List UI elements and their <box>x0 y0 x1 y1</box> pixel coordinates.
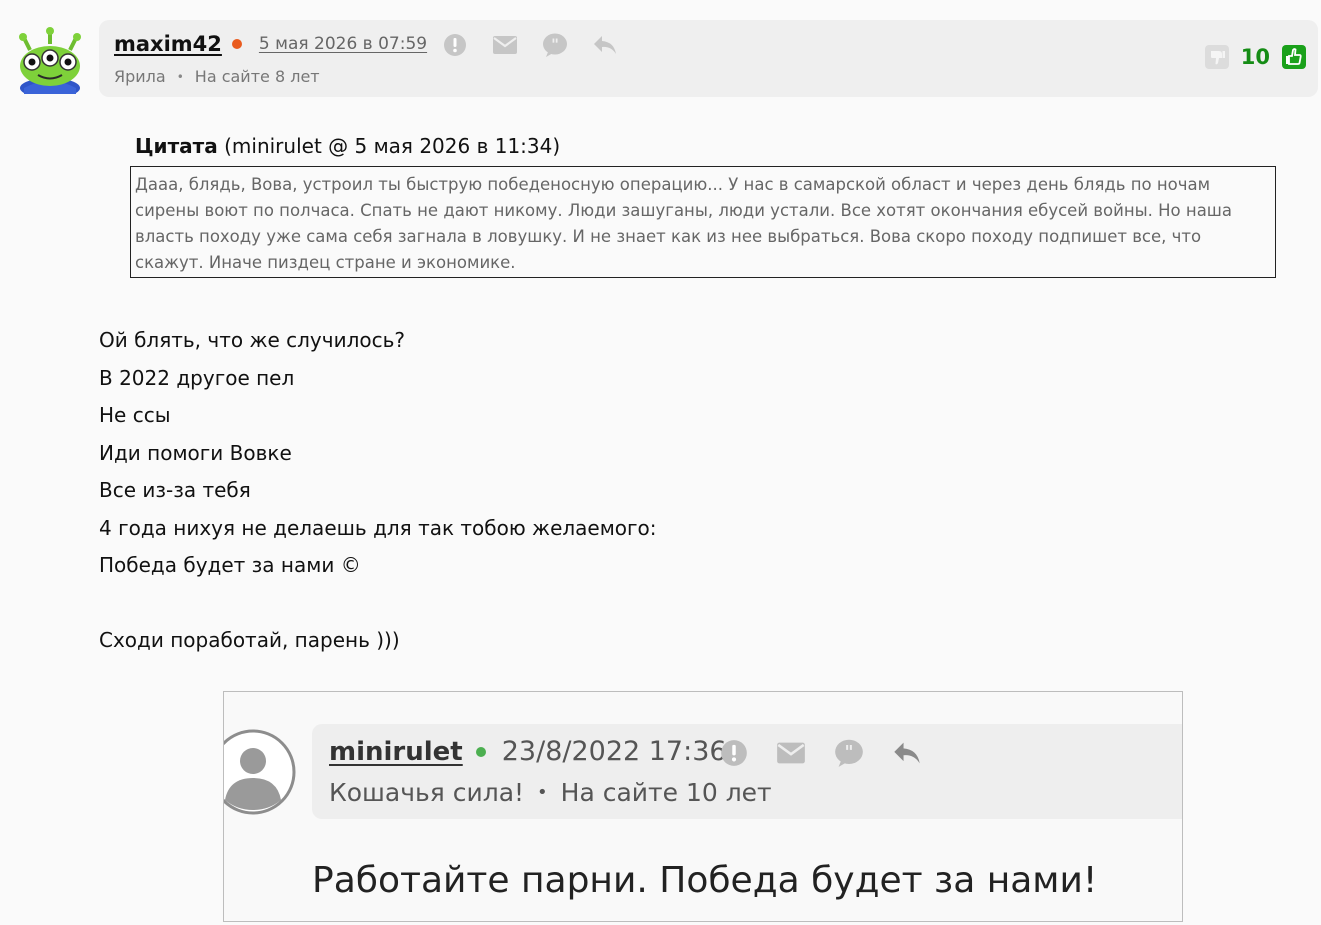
comment-body: Ой блять, что же случилось? В 2022 друго… <box>99 322 657 660</box>
comment-rating: 10 <box>1204 45 1306 69</box>
quote-text: Дааа, блядь, Вова, устроил ты быструю по… <box>130 166 1276 278</box>
meta-separator: • <box>176 69 184 84</box>
embedded-user-title: Кошачья сила! <box>329 778 525 807</box>
svg-text:": " <box>844 743 853 763</box>
envelope-icon <box>493 36 517 54</box>
body-line: Иди помоги Вовке <box>99 440 292 465</box>
body-line: Победа будет за нами © <box>99 553 361 577</box>
quote-heading: Цитата (minirulet @ 5 мая 2026 в 11:34) <box>135 134 560 158</box>
user-title: Ярила <box>114 67 166 86</box>
reply-button[interactable] <box>592 32 618 58</box>
body-line: Не ссы <box>99 403 171 427</box>
body-line: В 2022 другое пел <box>99 365 295 390</box>
user-avatar[interactable] <box>10 26 90 94</box>
embedded-user-tenure: На сайте 10 лет <box>560 778 772 807</box>
embedded-online-dot <box>475 746 486 757</box>
thumbs-up-icon[interactable] <box>1282 45 1306 69</box>
report-button[interactable] <box>442 32 468 58</box>
author-row: maxim42 5 мая 2026 в 07:59 <box>114 32 427 56</box>
embedded-separator: • <box>537 782 548 803</box>
message-button[interactable] <box>492 32 518 58</box>
online-status-dot <box>231 39 242 49</box>
reply-arrow-icon <box>594 36 616 54</box>
exclamation-icon <box>721 740 747 766</box>
default-avatar-icon <box>224 729 296 815</box>
embedded-actions: " <box>720 738 922 768</box>
comment-date-link[interactable]: 5 мая 2026 в 07:59 <box>259 34 427 54</box>
svg-text:": " <box>551 36 559 54</box>
embedded-author-row: minirulet 23/8/2022 17:36 <box>329 736 727 767</box>
embedded-comment-header: minirulet 23/8/2022 17:36 " Кошачья сила… <box>312 724 1182 819</box>
reply-arrow-icon <box>894 742 920 764</box>
username-link[interactable]: maxim42 <box>114 32 222 56</box>
comment-actions: " <box>442 32 618 58</box>
embedded-user-meta: Кошачья сила! • На сайте 10 лет <box>329 778 772 807</box>
comment-header: maxim42 5 мая 2026 в 07:59 " Ярила • На … <box>99 20 1318 97</box>
body-line: Ой блять, что же случилось? <box>99 328 405 352</box>
exclamation-icon <box>444 34 466 56</box>
user-meta: Ярила • На сайте 8 лет <box>114 67 320 86</box>
embedded-comment-text: Работайте парни. Победа будет за нами! <box>312 860 1098 901</box>
embedded-date: 23/8/2022 17:36 <box>501 736 727 767</box>
quote-button[interactable]: " <box>542 32 568 58</box>
body-line: 4 года нихуя не делаешь для так тобою же… <box>99 515 657 540</box>
body-line <box>99 585 657 623</box>
quote-label: Цитата <box>135 134 218 158</box>
quote-source: (minirulet @ 5 мая 2026 в 11:34) <box>224 134 561 158</box>
rating-score: 10 <box>1240 45 1270 69</box>
thumbs-down-icon[interactable] <box>1204 45 1229 69</box>
quote-bubble-icon: " <box>835 739 863 767</box>
envelope-icon <box>777 742 805 764</box>
body-line: Все из-за тебя <box>99 478 251 502</box>
embedded-screenshot[interactable]: minirulet 23/8/2022 17:36 " Кошачья сила… <box>223 691 1183 922</box>
body-line: Сходи поработай, парень ))) <box>99 628 400 652</box>
user-tenure: На сайте 8 лет <box>194 67 320 86</box>
embedded-username: minirulet <box>329 736 463 767</box>
quote-bubble-icon: " <box>543 33 567 57</box>
